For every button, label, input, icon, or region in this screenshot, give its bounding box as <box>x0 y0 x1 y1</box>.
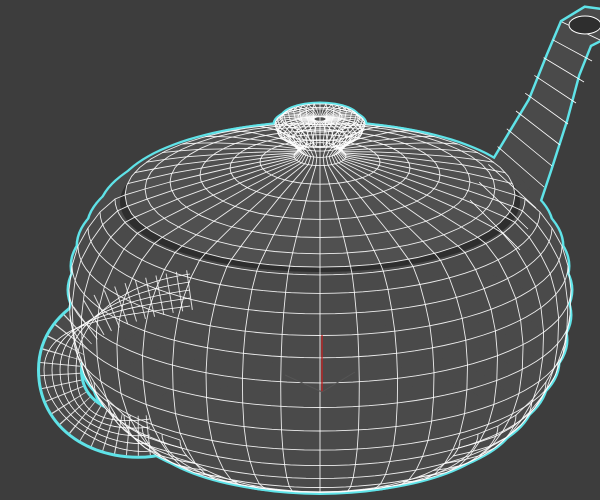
scene-canvas[interactable] <box>0 0 600 500</box>
spout-opening <box>568 15 600 35</box>
3d-viewport[interactable] <box>0 0 600 500</box>
